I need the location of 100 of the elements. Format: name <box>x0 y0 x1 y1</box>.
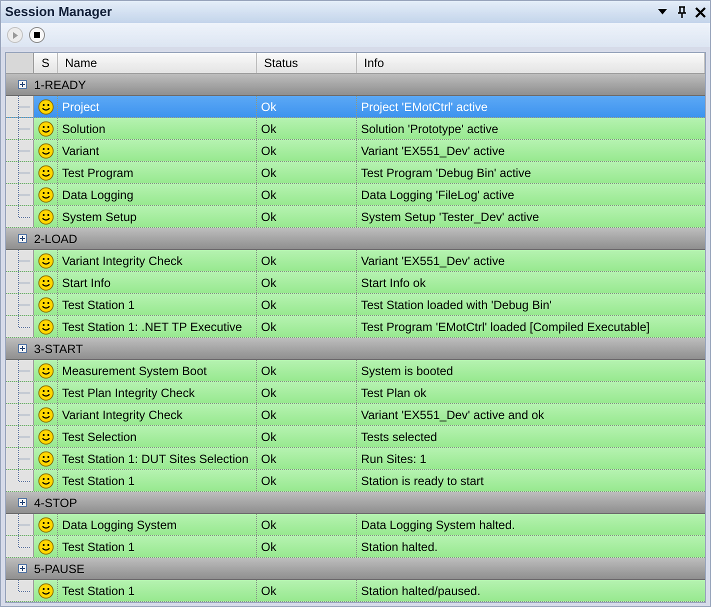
table-row[interactable]: Test Program Ok Test Program 'Debug Bin' active <box>6 162 705 184</box>
smiley-icon <box>38 428 54 444</box>
table-cell-text: Ok <box>261 516 276 534</box>
table-cell-text: Measurement System Boot <box>62 362 207 380</box>
table-cell-text: Data Logging System <box>62 516 177 534</box>
table-row[interactable]: Test Station 1 Ok Station is ready to start <box>6 470 705 492</box>
table-cell-text: Variant 'EX551_Dev' active <box>361 252 505 270</box>
table-cell-text: Test Station 1 <box>62 538 135 556</box>
table-cell-text: Station halted/paused. <box>361 582 480 600</box>
smiley-icon <box>38 274 54 290</box>
tree-line <box>18 580 30 592</box>
expand-icon[interactable] <box>18 498 27 507</box>
table-cell-text: Test Station 1 <box>62 296 135 314</box>
column-header[interactable]: Name <box>58 53 257 73</box>
table-cell-text: Ok <box>261 472 276 490</box>
close-icon[interactable] <box>695 6 706 18</box>
table-cell-text: Ok <box>261 538 276 556</box>
smiley-icon <box>38 318 54 334</box>
table-row[interactable]: Variant Integrity Check Ok Variant 'EX551_Dev' active <box>6 250 705 272</box>
expand-icon[interactable] <box>18 564 27 573</box>
table-row[interactable]: Start Info Ok Start Info ok <box>6 272 705 294</box>
table-cell-text: Ok <box>261 120 276 138</box>
table-cell-text: Start Info ok <box>361 274 426 292</box>
smiley-icon <box>38 582 54 598</box>
table-row[interactable]: Test Station 1: .NET TP Executive Ok Test Program 'EMotCtrl' loaded [Compiled Executable] <box>6 316 705 338</box>
stop-button[interactable] <box>29 27 45 43</box>
table-cell-text: Test Program <box>62 164 134 182</box>
smiley-icon <box>38 98 54 114</box>
table-cell-text: Ok <box>261 164 276 182</box>
table-row[interactable]: Solution Ok Solution 'Prototype' active <box>6 118 705 140</box>
table-cell-text: Data Logging 'FileLog' active <box>361 186 514 204</box>
expand-icon[interactable] <box>18 344 27 353</box>
tree-line <box>18 162 30 184</box>
table-row[interactable]: Variant Integrity Check Ok Variant 'EX551_Dev' active and ok <box>6 404 705 426</box>
pin-icon[interactable] <box>677 6 687 18</box>
group-row[interactable]: 3-START <box>6 338 705 360</box>
table-cell-text: Ok <box>261 186 276 204</box>
dropdown-icon[interactable] <box>658 9 667 15</box>
smiley-icon <box>38 384 54 400</box>
group-row[interactable]: 1-READY <box>6 74 705 96</box>
expand-icon[interactable] <box>18 234 27 243</box>
table-row[interactable]: System Setup Ok System Setup 'Tester_Dev' active <box>6 206 705 228</box>
table-cell-text: Project 'EMotCtrl' active <box>361 98 488 116</box>
table-cell-text: Solution <box>62 120 106 138</box>
group-row[interactable]: 4-STOP <box>6 492 705 514</box>
table-row[interactable]: Test Station 1 Ok Test Station loaded with 'Debug Bin' <box>6 294 705 316</box>
table-cell-text: Project <box>62 98 100 116</box>
table-row[interactable]: Data Logging System Ok Data Logging System halted. <box>6 514 705 536</box>
table-cell-text: Start Info <box>62 274 111 292</box>
smiley-icon <box>38 472 54 488</box>
table-row[interactable]: Test Station 1 Ok Station halted. <box>6 536 705 558</box>
table-row[interactable]: Test Station 1 Ok Station halted/paused. <box>6 580 705 602</box>
table-row[interactable]: Variant Ok Variant 'EX551_Dev' active <box>6 140 705 162</box>
smiley-icon <box>38 362 54 378</box>
table-cell-text: System Setup 'Tester_Dev' active <box>361 208 539 226</box>
table-row[interactable]: Test Station 1: DUT Sites Selection Ok Run Sites: 1 <box>6 448 705 470</box>
group-label: 2-LOAD <box>34 230 78 248</box>
table-row[interactable]: Test Plan Integrity Check Ok Test Plan ok <box>6 382 705 404</box>
smiley-icon <box>38 164 54 180</box>
table-cell-text: Ok <box>261 384 276 402</box>
column-header[interactable]: S <box>34 53 58 73</box>
table-cell-text: Data Logging <box>62 186 134 204</box>
column-header[interactable]: Info <box>357 53 705 73</box>
smiley-icon <box>38 538 54 554</box>
tree-line <box>18 426 30 448</box>
smiley-icon <box>38 186 54 202</box>
tree-line <box>18 360 30 382</box>
table-cell-text: Run Sites: 1 <box>361 450 426 468</box>
table-row[interactable]: Measurement System Boot Ok System is booted <box>6 360 705 382</box>
group-label: 5-PAUSE <box>34 560 84 578</box>
table-cell-text: Test Station 1: DUT Sites Selection <box>62 450 249 468</box>
expand-icon[interactable] <box>18 80 27 89</box>
tree-line <box>18 96 30 118</box>
table-cell-text: Ok <box>261 450 276 468</box>
table-cell-text: Tests selected <box>361 428 438 446</box>
tree-line <box>18 118 30 140</box>
table-row[interactable]: Test Selection Ok Tests selected <box>6 426 705 448</box>
group-label: 4-STOP <box>34 494 78 512</box>
table-cell-text: Ok <box>261 582 276 600</box>
table-cell-text: Variant 'EX551_Dev' active and ok <box>361 406 544 424</box>
table-row[interactable]: Data Logging Ok Data Logging 'FileLog' active <box>6 184 705 206</box>
column-header[interactable]: Status <box>257 53 357 73</box>
group-row[interactable]: 5-PAUSE <box>6 558 705 580</box>
table-cell-text: Solution 'Prototype' active <box>361 120 498 138</box>
smiley-icon <box>38 406 54 422</box>
table-cell-text: Station halted. <box>361 538 438 556</box>
table-cell-text: Ok <box>261 406 276 424</box>
tree-line <box>18 272 30 294</box>
table-cell-text: Ok <box>261 208 276 226</box>
play-icon <box>12 32 18 38</box>
table-cell-text: Ok <box>261 274 276 292</box>
smiley-icon <box>38 450 54 466</box>
group-row[interactable]: 2-LOAD <box>6 228 705 250</box>
table-cell-text: Variant Integrity Check <box>62 252 182 270</box>
table-cell-text: Test Station loaded with 'Debug Bin' <box>361 296 552 314</box>
table-cell-text: Variant 'EX551_Dev' active <box>361 142 505 160</box>
smiley-icon <box>38 252 54 268</box>
smiley-icon <box>38 120 54 136</box>
smiley-icon <box>38 208 54 224</box>
table-cell-text: Ok <box>261 362 276 380</box>
